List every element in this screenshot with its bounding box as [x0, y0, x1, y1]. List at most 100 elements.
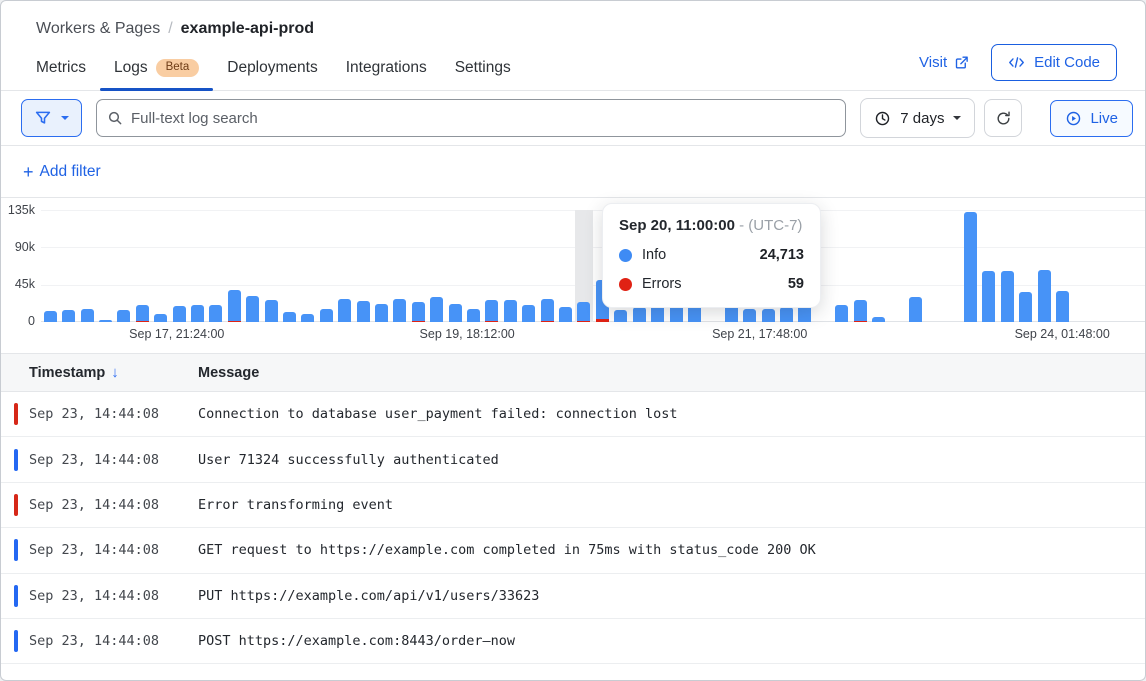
log-row[interactable]: Sep 23, 14:44:08PUT https://example.com/… [1, 574, 1145, 619]
chart-bar-slot[interactable] [151, 210, 169, 322]
chart-bar [301, 314, 314, 322]
chart-bar-slot[interactable] [96, 210, 114, 322]
chart-bar-slot[interactable] [336, 210, 354, 322]
chart-bar [854, 300, 867, 322]
chart-bar-slot[interactable] [832, 210, 850, 322]
chart-bar [320, 309, 333, 322]
chart-bar-slot[interactable] [1035, 210, 1053, 322]
chart-bar-slot[interactable] [464, 210, 482, 322]
chart-bar [559, 307, 572, 322]
chart-plot-area [41, 210, 1145, 322]
chart-bar [872, 317, 885, 322]
chart-bar-slot[interactable] [575, 210, 593, 322]
errors-dot-icon [619, 278, 632, 291]
chart-bar-slot[interactable] [317, 210, 335, 322]
chart-bar-slot[interactable] [409, 210, 427, 322]
chart-bar-slot[interactable] [538, 210, 556, 322]
chart-bar-error-segment [485, 321, 498, 323]
chart-bar [209, 305, 222, 322]
log-row[interactable]: Sep 23, 14:44:08Error transforming event [1, 483, 1145, 528]
chart-bar-slot[interactable] [869, 210, 887, 322]
log-message: POST https://example.com:8443/order–now [198, 633, 1145, 649]
chart-bar [283, 312, 296, 322]
log-row[interactable]: Sep 23, 14:44:08User 71324 successfully … [1, 437, 1145, 482]
chart-bar-slot[interactable] [299, 210, 317, 322]
log-row[interactable]: Sep 23, 14:44:08GET request to https://e… [1, 528, 1145, 573]
live-button[interactable]: Live [1050, 100, 1133, 137]
chart-bar-slot[interactable] [1090, 210, 1108, 322]
log-row[interactable]: Sep 23, 14:44:08Connection to database u… [1, 392, 1145, 437]
chart-bar-slot[interactable] [851, 210, 869, 322]
chart-bar-slot[interactable] [980, 210, 998, 322]
chart-bar [743, 309, 756, 322]
x-axis-tick: Sep 17, 21:24:00 [129, 327, 224, 341]
chart-bar-slot[interactable] [1109, 210, 1127, 322]
chart-bar-slot[interactable] [280, 210, 298, 322]
filter-funnel-icon [34, 109, 52, 127]
chart-bar-slot[interactable] [998, 210, 1016, 322]
chart-bar [338, 299, 351, 322]
tab-integrations[interactable]: Integrations [332, 45, 441, 90]
chart-bar-slot[interactable] [1072, 210, 1090, 322]
log-table-header: Timestamp ↓ Message [1, 354, 1145, 392]
chart-bar [485, 300, 498, 322]
chart-bar-slot[interactable] [1053, 210, 1071, 322]
breadcrumb-section[interactable]: Workers & Pages [36, 20, 160, 37]
chart-bar-slot[interactable] [1017, 210, 1035, 322]
chart-bar-slot[interactable] [446, 210, 464, 322]
chart-bar-slot[interactable] [354, 210, 372, 322]
log-timestamp: Sep 23, 14:44:08 [1, 452, 198, 468]
tabs: Metrics LogsBetaDeploymentsIntegrationsSe… [22, 45, 525, 90]
chart-bar-slot[interactable] [961, 210, 979, 322]
chart-bar-slot[interactable] [59, 210, 77, 322]
log-row[interactable]: Sep 23, 14:44:08POST https://example.com… [1, 619, 1145, 664]
chart-bar [762, 309, 775, 322]
chart-bar-slot[interactable] [906, 210, 924, 322]
chart-bar-slot[interactable] [207, 210, 225, 322]
tab-settings[interactable]: Settings [441, 45, 525, 90]
chart-bar-slot[interactable] [1127, 210, 1145, 322]
chart-bar-slot[interactable] [925, 210, 943, 322]
time-range-dropdown[interactable]: 7 days [860, 98, 975, 138]
chart-bar-slot[interactable] [943, 210, 961, 322]
add-filter-button[interactable]: + Add filter [23, 163, 101, 181]
filter-menu-button[interactable] [21, 99, 82, 137]
chart-bar-slot[interactable] [483, 210, 501, 322]
chart-bar [81, 309, 94, 322]
severity-indicator-error [14, 403, 18, 425]
chart-bar-slot[interactable] [41, 210, 59, 322]
tab-label: Metrics [36, 59, 86, 77]
tab-logs[interactable]: LogsBeta [100, 45, 213, 90]
log-timestamp: Sep 23, 14:44:08 [1, 497, 198, 513]
tab-metrics[interactable]: Metrics [22, 45, 100, 90]
chart-bar [449, 304, 462, 322]
edit-code-button[interactable]: Edit Code [991, 44, 1117, 81]
chart-bar-slot[interactable] [170, 210, 188, 322]
visit-link[interactable]: Visit [919, 54, 969, 71]
chart-bar-slot[interactable] [78, 210, 96, 322]
external-link-icon [954, 55, 969, 70]
chart-bar-slot[interactable] [428, 210, 446, 322]
chart-bar-slot[interactable] [888, 210, 906, 322]
chart-bar-slot[interactable] [501, 210, 519, 322]
log-message: Error transforming event [198, 497, 1145, 513]
breadcrumb-current: example-api-prod [181, 20, 314, 37]
timestamp-column-header[interactable]: Timestamp ↓ [1, 364, 198, 381]
search-icon [107, 110, 123, 126]
log-search-input[interactable] [96, 99, 846, 137]
chart-bar-slot[interactable] [556, 210, 574, 322]
chart-bar-slot[interactable] [391, 210, 409, 322]
chart-bar-slot[interactable] [225, 210, 243, 322]
chart-bar-slot[interactable] [188, 210, 206, 322]
chart-bar-slot[interactable] [520, 210, 538, 322]
refresh-button[interactable] [984, 99, 1022, 137]
chart-bar-error-segment [854, 321, 867, 323]
chart-bar [633, 307, 646, 322]
chart-bar-slot[interactable] [372, 210, 390, 322]
time-range-label: 7 days [900, 110, 944, 127]
chart-bar-slot[interactable] [115, 210, 133, 322]
chart-bar-slot[interactable] [133, 210, 151, 322]
chart-bar-slot[interactable] [243, 210, 261, 322]
tab-deployments[interactable]: Deployments [213, 45, 331, 90]
chart-bar-slot[interactable] [262, 210, 280, 322]
